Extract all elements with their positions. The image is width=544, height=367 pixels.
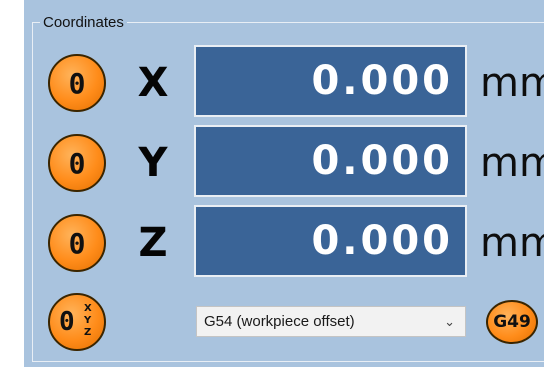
zero-all-z: Z (84, 327, 92, 338)
zero-axis-icon: 0 (68, 66, 86, 100)
zero-all-y: Y (84, 315, 92, 326)
unit-y: mm (480, 140, 544, 186)
zero-all-x: X (84, 303, 92, 314)
work-offset-select[interactable]: G54 (workpiece offset) ⌄ (196, 306, 466, 337)
work-offset-value: G54 (workpiece offset) (204, 313, 355, 330)
zero-x-button[interactable]: 0 (48, 54, 106, 112)
zero-axis-icon: 0 (68, 146, 86, 180)
zero-all-button[interactable]: 0 X Y Z (48, 293, 106, 351)
g49-button[interactable]: G49 (486, 300, 538, 344)
dro-y-value[interactable]: 0.000 (194, 125, 467, 197)
group-title: Coordinates (40, 14, 127, 31)
zero-all-glyph: 0 (59, 307, 75, 337)
unit-x: mm (480, 60, 544, 106)
zero-z-button[interactable]: 0 (48, 214, 106, 272)
axis-label-x: X (137, 60, 169, 106)
dro-x-value[interactable]: 0.000 (194, 45, 467, 117)
dro-z-value[interactable]: 0.000 (194, 205, 467, 277)
axis-label-y: Y (138, 140, 168, 186)
chevron-down-icon: ⌄ (444, 314, 455, 329)
zero-y-button[interactable]: 0 (48, 134, 106, 192)
zero-all-axes-icon: 0 X Y Z (57, 302, 97, 342)
axis-label-z: Z (138, 220, 168, 266)
zero-axis-icon: 0 (68, 226, 86, 260)
unit-z: mm (480, 220, 544, 266)
